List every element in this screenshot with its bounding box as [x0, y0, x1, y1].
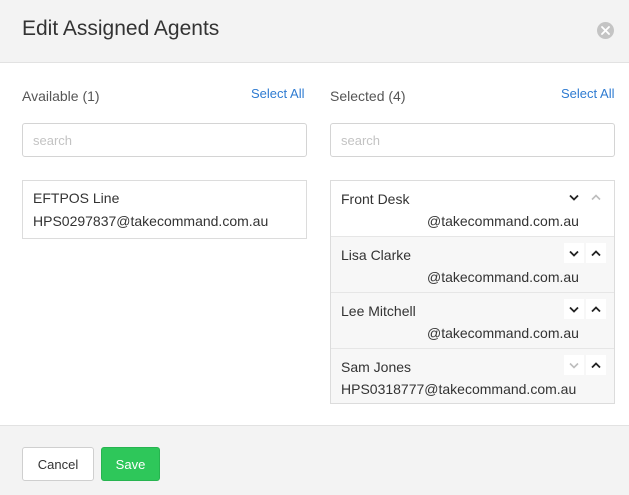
dialog-footer: Cancel Save: [0, 425, 629, 495]
available-list: EFTPOS Line HPS0297837@takecommand.com.a…: [22, 180, 307, 239]
dialog-header: Edit Assigned Agents: [0, 0, 629, 63]
chevron-up-icon: [591, 249, 601, 256]
agent-email: @takecommand.com.au: [427, 269, 579, 285]
selected-list: Front Desk @takecommand.com.au Lisa Clar…: [330, 180, 615, 404]
move-up-button[interactable]: [586, 299, 606, 319]
chevron-down-icon: [569, 306, 579, 313]
reorder-controls: [564, 299, 606, 319]
selected-item-sam-jones[interactable]: Sam Jones HPS0318777@takecommand.com.au: [331, 349, 614, 403]
available-search-input[interactable]: [22, 123, 307, 157]
move-down-button[interactable]: [564, 187, 584, 207]
available-item-eftpos-line[interactable]: EFTPOS Line HPS0297837@takecommand.com.a…: [23, 181, 306, 238]
agent-email: @takecommand.com.au: [427, 213, 579, 229]
chevron-down-icon: [569, 362, 579, 369]
selected-item-lee-mitchell[interactable]: Lee Mitchell @takecommand.com.au: [331, 293, 614, 349]
reorder-controls: [564, 355, 606, 375]
selected-item-lisa-clarke[interactable]: Lisa Clarke @takecommand.com.au: [331, 237, 614, 293]
agent-name: Sam Jones: [341, 359, 412, 375]
move-up-button[interactable]: [586, 355, 606, 375]
available-select-all-link[interactable]: Select All: [251, 86, 304, 101]
selected-search-input[interactable]: [330, 123, 615, 157]
selected-heading: Selected (4): [330, 88, 406, 104]
chevron-up-icon: [591, 361, 601, 368]
chevron-down-icon: [569, 250, 579, 257]
move-down-button[interactable]: [564, 243, 584, 263]
close-icon: [601, 26, 610, 35]
selected-item-front-desk[interactable]: Front Desk @takecommand.com.au: [331, 181, 614, 237]
chevron-up-icon: [591, 305, 601, 312]
move-up-button[interactable]: [586, 243, 606, 263]
move-up-button[interactable]: [586, 187, 606, 207]
agent-name: Front Desk: [341, 191, 410, 207]
dialog-title: Edit Assigned Agents: [22, 17, 220, 40]
agent-name: EFTPOS Line: [33, 190, 120, 206]
agent-email: @takecommand.com.au: [427, 325, 579, 341]
cancel-button[interactable]: Cancel: [22, 447, 94, 481]
move-down-button[interactable]: [564, 355, 584, 375]
available-heading: Available (1): [22, 88, 100, 104]
reorder-controls: [564, 243, 606, 263]
agent-name: Lee Mitchell: [341, 303, 416, 319]
close-button[interactable]: [597, 22, 614, 39]
move-down-button[interactable]: [564, 299, 584, 319]
save-button[interactable]: Save: [101, 447, 160, 481]
agent-email: HPS0318777@takecommand.com.au: [341, 381, 577, 397]
edit-assigned-agents-dialog: Edit Assigned Agents Available (1) Selec…: [0, 0, 629, 495]
reorder-controls: [564, 187, 606, 207]
selected-select-all-link[interactable]: Select All: [561, 86, 614, 101]
agent-name: Lisa Clarke: [341, 247, 412, 263]
chevron-down-icon: [569, 194, 579, 201]
agent-email: HPS0297837@takecommand.com.au: [33, 213, 269, 229]
chevron-up-icon: [591, 193, 601, 200]
